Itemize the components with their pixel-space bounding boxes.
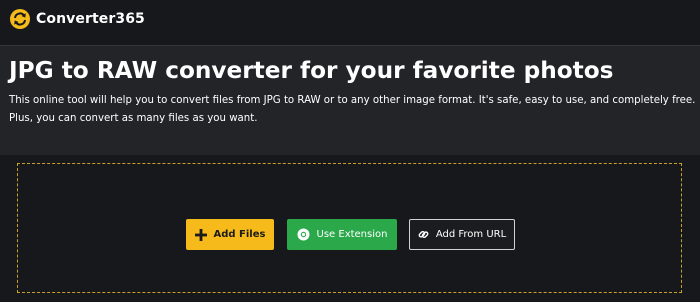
add-from-url-label: Add From URL [435, 229, 507, 240]
link-icon [418, 229, 429, 240]
file-dropzone[interactable]: Add Files Use Extension Add From URL [17, 163, 682, 293]
page-description: This online tool will help you to conver… [9, 95, 696, 124]
page-title: JPG to RAW converter for your favorite p… [9, 57, 614, 84]
add-files-label: Add Files [213, 229, 266, 240]
add-files-button[interactable]: Add Files [186, 219, 274, 250]
use-extension-label: Use Extension [316, 229, 388, 240]
plus-icon [194, 228, 207, 241]
refresh-arrows-icon [10, 9, 30, 29]
brand-logo-link[interactable]: Converter365 [10, 8, 145, 30]
top-navigation-bar: Converter365 [0, 0, 700, 46]
use-extension-button[interactable]: Use Extension [287, 219, 397, 250]
upload-panel: Add Files Use Extension Add From URL [0, 155, 700, 302]
brand-name: Converter365 [36, 11, 145, 27]
add-from-url-button[interactable]: Add From URL [409, 219, 515, 250]
chrome-icon [297, 228, 310, 241]
